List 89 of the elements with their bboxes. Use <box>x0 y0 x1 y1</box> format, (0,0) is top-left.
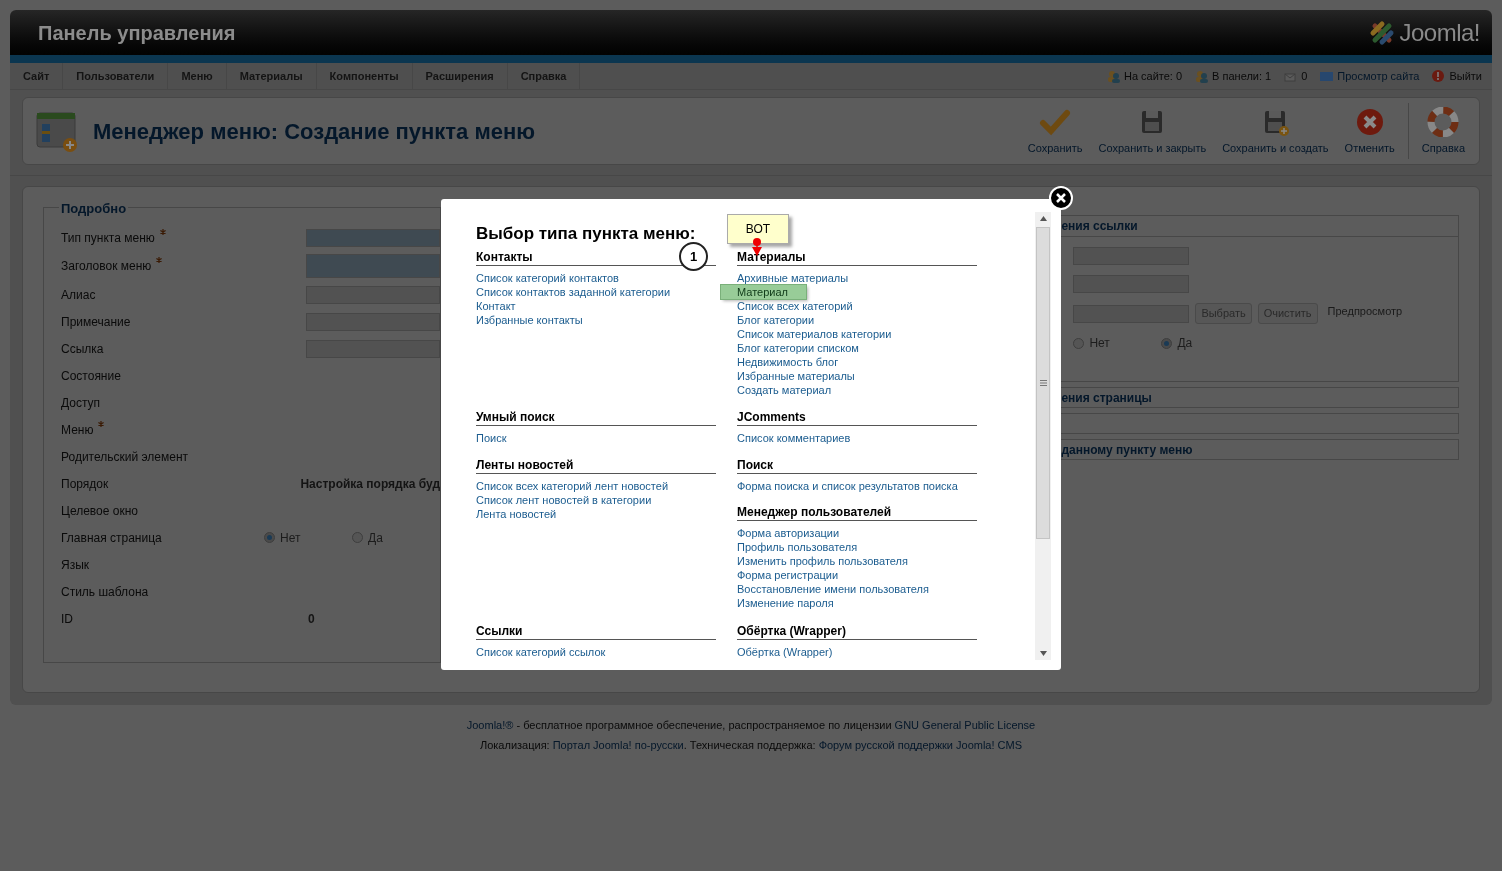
preview-label: Предпросмотр <box>1327 304 1403 319</box>
menu-type-link[interactable]: Список всех категорий лент новостей <box>476 479 669 493</box>
highlighted-menu-type-link[interactable]: Материал <box>721 285 806 299</box>
radio-button[interactable] <box>1161 337 1173 349</box>
dialog-title: Выбор типа пункта меню: <box>476 223 696 245</box>
menu-type-link[interactable]: Восстановление имени пользователя <box>737 582 929 596</box>
arrow-down-icon <box>1039 651 1047 656</box>
scrollbar[interactable] <box>1035 212 1051 660</box>
field-label: ID <box>61 610 73 628</box>
users-icon <box>1194 68 1210 84</box>
group-heading: Обёртка (Wrapper) <box>737 624 977 640</box>
menu-type-link[interactable]: Форма поиска и список результатов поиска <box>737 479 958 493</box>
sticky-note: ВОТ <box>727 214 789 244</box>
radio-button[interactable] <box>264 532 275 543</box>
field-value: Настройка порядка буд <box>300 475 440 493</box>
menu-type-link[interactable]: Список комментариев <box>737 431 851 445</box>
menu-type-link[interactable]: Список категорий ссылок <box>476 645 606 659</box>
field-label: Состояние <box>61 367 121 385</box>
field-label: Примечание <box>61 313 131 331</box>
menu-type-link[interactable]: Список лент новостей в категории <box>476 493 652 507</box>
close-icon <box>1056 193 1066 203</box>
status-text: В панели: 1 <box>1212 68 1272 84</box>
footer-text: Локализация: <box>479 738 551 751</box>
menu-type-link[interactable]: Лента новостей <box>476 507 557 521</box>
menu-type-link[interactable]: Блог категории <box>737 313 815 327</box>
menu-type-link[interactable]: Список контактов заданной категории <box>476 285 671 299</box>
field-label: Порядок <box>61 475 109 493</box>
radio-label: Да <box>1177 335 1193 352</box>
status-text: На сайте: 0 <box>1123 68 1183 84</box>
menu-type-link[interactable]: Архивные материалы <box>737 271 849 285</box>
status-text: 0 <box>1301 68 1308 84</box>
menu-type-link[interactable]: Обёртка (Wrapper) <box>737 645 833 659</box>
group-heading: Умный поиск <box>476 410 716 426</box>
field-label: Тип пункта меню <box>61 229 155 247</box>
footer-text: . Техническая поддержка: <box>683 738 817 751</box>
input-field[interactable] <box>306 228 440 247</box>
menu-type-link[interactable]: Список категорий контактов <box>476 271 619 285</box>
menu-type-link[interactable]: Профиль пользователя <box>737 540 858 554</box>
field-label: Главная страница <box>61 529 162 547</box>
menu-type-link[interactable]: Изменить профиль пользователя <box>737 554 908 568</box>
menu-manager-icon <box>35 109 79 153</box>
group-heading: Поиск <box>737 458 977 474</box>
header-title: Панель управления <box>38 20 236 46</box>
step-number: 1 <box>679 242 708 271</box>
menu-type-link[interactable]: Недвижимость блог <box>737 355 839 369</box>
input-field[interactable] <box>306 254 440 278</box>
menu-type-link[interactable]: Список всех категорий <box>737 299 853 313</box>
menu-type-link[interactable]: Избранные материалы <box>737 369 855 383</box>
lifebuoy-icon <box>1427 106 1460 137</box>
menu-type-link[interactable]: Создать материал <box>737 383 832 397</box>
menu-type-link[interactable]: Форма авторизации <box>737 526 840 540</box>
menu-type-link[interactable]: Избранные контакты <box>476 313 583 327</box>
power-icon <box>1431 68 1447 84</box>
field-label: Алиас <box>61 286 96 304</box>
group-heading: Ссылки <box>476 624 716 640</box>
logo-text: Joomla! <box>1399 17 1480 48</box>
group-heading: Менеджер пользователей <box>737 505 977 521</box>
group-heading: Материалы <box>737 250 977 266</box>
radio-label: Да <box>368 529 383 547</box>
input-field[interactable] <box>306 312 440 331</box>
field-label: Стиль шаблона <box>61 583 149 601</box>
group-heading: Ленты новостей <box>476 458 716 474</box>
users-icon <box>1105 68 1121 84</box>
field-label: Заголовок меню <box>61 258 152 275</box>
menu-type-link[interactable]: Форма регистрации <box>737 568 839 582</box>
radio-label: Нет <box>1089 335 1110 352</box>
radio-button[interactable] <box>1073 337 1085 349</box>
field-label: Меню <box>61 421 94 439</box>
group-heading: JComments <box>737 410 977 426</box>
field-label: Доступ <box>61 394 101 412</box>
page-title: Менеджер меню: Создание пункта меню <box>93 117 536 146</box>
radio-label: Нет <box>280 529 301 547</box>
footer-text: - бесплатное программное обеспечение, распространяемое по лицензии <box>515 719 893 731</box>
arrow-up-icon <box>1039 216 1047 221</box>
input-field[interactable] <box>306 285 440 304</box>
grip-icon <box>1039 380 1047 386</box>
panel-title: ения ссылки <box>1061 218 1138 235</box>
field-value: 0 <box>308 610 315 628</box>
radio-button[interactable] <box>352 532 363 543</box>
field-label: Язык <box>61 556 90 574</box>
menu-type-link[interactable]: Блог категории списком <box>737 341 859 355</box>
menu-type-link[interactable]: Поиск <box>476 431 507 445</box>
menu-type-link[interactable]: Изменение пароля <box>737 596 834 610</box>
field-label: Родительский элемент <box>61 448 189 466</box>
field-label: Целевое окно <box>61 502 138 520</box>
input-field[interactable] <box>306 339 440 358</box>
menu-type-link[interactable]: Контакт <box>476 299 516 313</box>
field-label: Ссылка <box>61 340 104 358</box>
menu-type-link[interactable]: Список материалов категории <box>737 327 892 341</box>
